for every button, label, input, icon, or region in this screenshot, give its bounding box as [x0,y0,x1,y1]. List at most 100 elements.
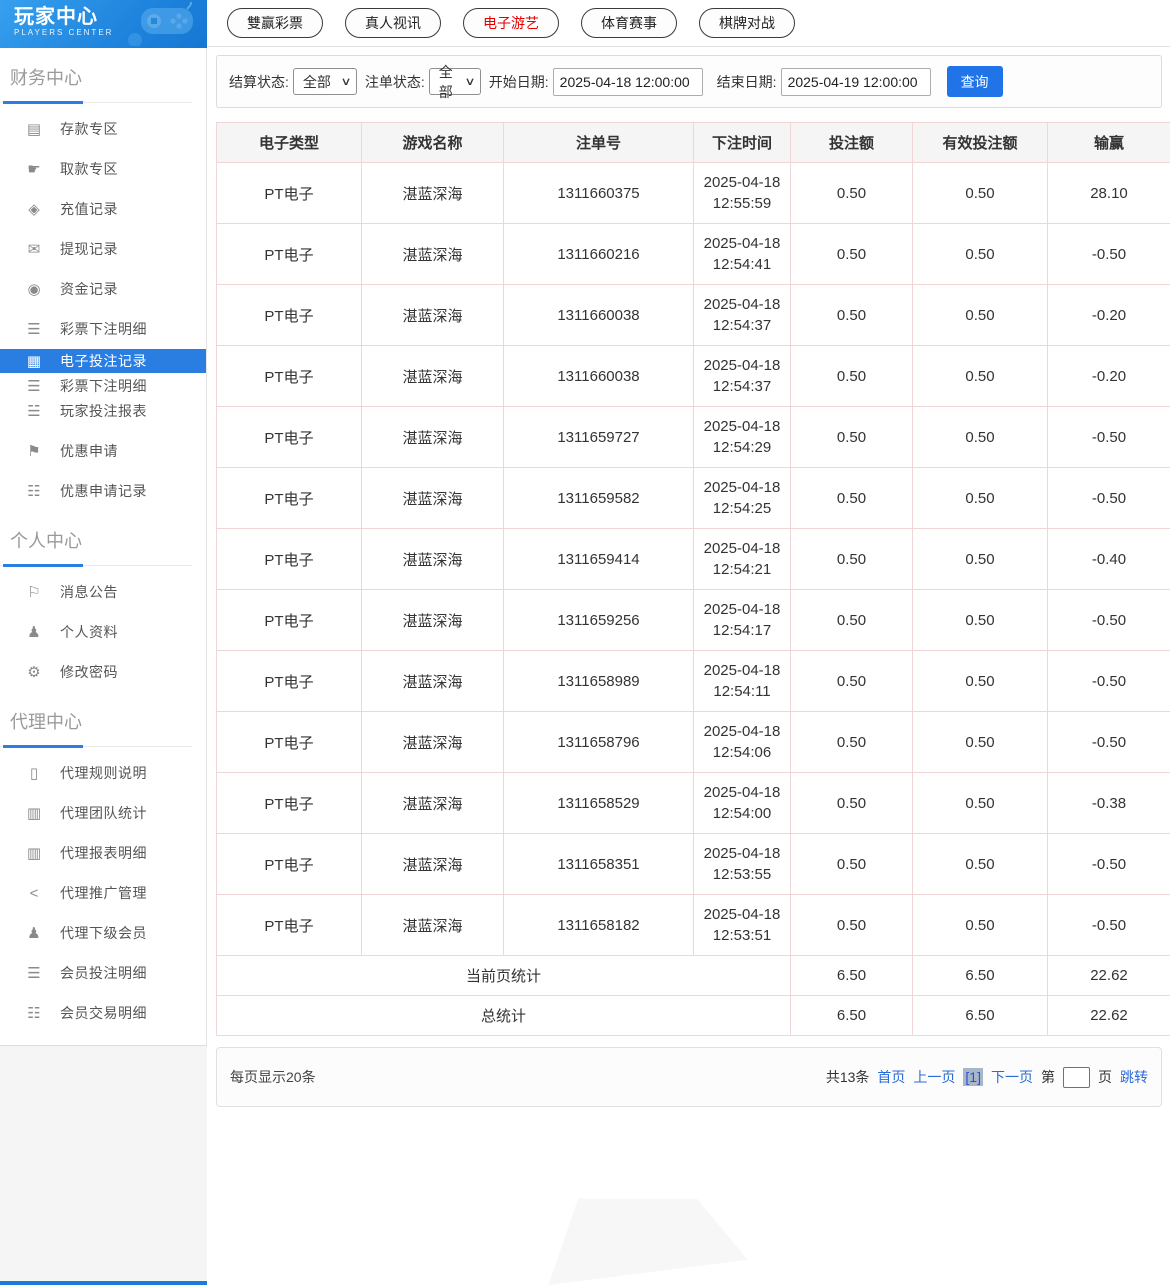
cell-winloss: -0.40 [1048,529,1170,590]
sidebar-menu-item[interactable]: ▦ 电子投注记录 [0,349,206,373]
sidebar: 玩家中心 PLAYERS CENTER 财务中心 ▤ 存款专区 ☛ 取款专区 [0,0,207,1285]
main-content: 雙赢彩票 真人视讯 电子游艺 体育赛事 棋牌对战 结算状态: 全部 ∨ 注单状态… [207,0,1170,1285]
chevron-down-icon: ∨ [340,75,351,88]
cell-amount: 0.50 [791,529,913,590]
deposit-zone-icon: ▤ [24,120,44,138]
table-row: PT电子 湛蓝深海 1311658182 2025-04-18 12:53:51… [217,895,1170,956]
cell-winloss: -0.50 [1048,590,1170,651]
sidebar-menu-item[interactable]: ☛ 取款专区 [0,149,206,189]
cell-game: 湛蓝深海 [362,895,504,956]
lottery-bet-detail-icon: ☰ [24,377,44,395]
sidebar-menu-item[interactable]: < 代理推广管理 [0,873,206,913]
sidebar-menu-item[interactable]: ☱ 玩家投注报表 [0,398,206,423]
cell-bet-time: 2025-04-18 12:53:55 [694,834,791,895]
cell-valid: 0.50 [913,407,1048,468]
category-tab[interactable]: 体育赛事 [581,8,677,38]
cell-type: PT电子 [217,346,362,407]
sidebar-menu-item[interactable]: ▯ 代理规则说明 [0,753,206,793]
category-tab[interactable]: 电子游艺 [463,8,559,38]
cell-bet-time: 2025-04-18 12:54:29 [694,407,791,468]
sidebar-item-label: 优惠申请 [60,441,118,461]
sidebar-menu-item[interactable]: ♟ 代理下级会员 [0,913,206,953]
cell-valid: 0.50 [913,468,1048,529]
sidebar-menu: 财务中心 ▤ 存款专区 ☛ 取款专区 ◈ 充值记录 ✉ [0,48,207,1046]
sidebar-menu-item[interactable]: ☰ 彩票下注明细 [0,373,206,398]
sidebar-menu-item[interactable]: ♟ 个人资料 [0,612,206,652]
start-date-input[interactable] [553,68,703,96]
table-row: PT电子 湛蓝深海 1311659582 2025-04-18 12:54:25… [217,468,1170,529]
end-date-input[interactable] [781,68,931,96]
col-header-amount: 投注额 [791,123,913,163]
cell-type: PT电子 [217,712,362,773]
sidebar-menu-item[interactable]: ▥ 代理团队统计 [0,793,206,833]
next-page-link[interactable]: 下一页 [991,1067,1033,1087]
cell-valid: 0.50 [913,590,1048,651]
order-status-select[interactable]: 全部 ∨ [429,68,481,95]
cell-amount: 0.50 [791,346,913,407]
category-tab[interactable]: 真人视讯 [345,8,441,38]
sidebar-menu-item[interactable]: ☰ 会员投注明细 [0,953,206,993]
sidebar-menu-item[interactable]: ◉ 资金记录 [0,269,206,309]
cell-type: PT电子 [217,407,362,468]
total-summary-label: 总统计 [217,996,791,1036]
sidebar-menu-item[interactable]: ☷ 会员交易明细 [0,993,206,1033]
cell-valid: 0.50 [913,651,1048,712]
page-jump-input[interactable] [1063,1067,1090,1088]
bet-date: 2025-04-18 [696,355,788,376]
pagination-bar: 每页显示20条 共13条 首页 上一页 [1] 下一页 第 页 跳转 [216,1047,1162,1107]
bet-time: 12:54:37 [696,315,788,336]
total-count: 共13条 [826,1067,870,1087]
sidebar-menu-item[interactable]: ☷ 优惠申请记录 [0,471,206,511]
first-page-link[interactable]: 首页 [877,1067,905,1087]
cell-bet-time: 2025-04-18 12:54:00 [694,773,791,834]
e-bet-record-icon: ▦ [24,352,44,370]
sidebar-menu-item[interactable]: ◈ 充值记录 [0,189,206,229]
withdraw-record-icon: ✉ [24,240,44,258]
jump-link[interactable]: 跳转 [1120,1067,1148,1087]
agent-team-stats-icon: ▥ [24,804,44,822]
sidebar-menu-item[interactable]: ☰ 彩票下注明细 [0,309,206,349]
cell-game: 湛蓝深海 [362,346,504,407]
query-button[interactable]: 查询 [947,66,1003,97]
total-summary-valid: 6.50 [913,996,1048,1036]
sidebar-item-label: 取款专区 [60,159,118,179]
sidebar-menu-item[interactable]: ▤ 存款专区 [0,109,206,149]
finance-menu-group: ▤ 存款专区 ☛ 取款专区 ◈ 充值记录 ✉ 提现记录 [0,109,206,511]
cell-bet-no: 1311659414 [504,529,694,590]
cell-amount: 0.50 [791,285,913,346]
sidebar-menu-item[interactable]: ▥ 代理报表明细 [0,833,206,873]
sidebar-menu-item[interactable]: ⚐ 消息公告 [0,572,206,612]
bet-date: 2025-04-18 [696,721,788,742]
cell-valid: 0.50 [913,163,1048,224]
bet-time: 12:55:59 [696,193,788,214]
table-row: PT电子 湛蓝深海 1311659414 2025-04-18 12:54:21… [217,529,1170,590]
cell-bet-time: 2025-04-18 12:54:37 [694,346,791,407]
recharge-record-icon: ◈ [24,200,44,218]
cell-winloss: -0.50 [1048,834,1170,895]
start-date-label: 开始日期: [489,72,549,92]
category-tab[interactable]: 雙赢彩票 [227,8,323,38]
bet-time: 12:53:55 [696,864,788,885]
category-tab[interactable]: 棋牌对战 [699,8,795,38]
profile-person-icon: ♟ [24,623,44,641]
cell-amount: 0.50 [791,224,913,285]
bet-time: 12:54:21 [696,559,788,580]
cell-bet-no: 1311660038 [504,346,694,407]
sidebar-menu-item[interactable]: ⚙ 修改密码 [0,652,206,692]
cell-bet-time: 2025-04-18 12:54:21 [694,529,791,590]
bet-date: 2025-04-18 [696,538,788,559]
page-jump-suffix: 页 [1098,1067,1112,1087]
settle-status-select[interactable]: 全部 ∨ [293,68,357,95]
player-bet-report-icon: ☱ [24,402,44,420]
agent-menu-group: ▯ 代理规则说明 ▥ 代理团队统计 ▥ 代理报表明细 < 代理推广管理 [0,753,206,1033]
cell-bet-no: 1311658351 [504,834,694,895]
cell-game: 湛蓝深海 [362,773,504,834]
bet-time: 12:54:17 [696,620,788,641]
sidebar-menu-item[interactable]: ✉ 提现记录 [0,229,206,269]
bet-date: 2025-04-18 [696,172,788,193]
cell-game: 湛蓝深海 [362,529,504,590]
bet-time: 12:54:25 [696,498,788,519]
sidebar-menu-item[interactable]: ⚑ 优惠申请 [0,431,206,471]
prev-page-link[interactable]: 上一页 [913,1067,955,1087]
bet-date: 2025-04-18 [696,843,788,864]
